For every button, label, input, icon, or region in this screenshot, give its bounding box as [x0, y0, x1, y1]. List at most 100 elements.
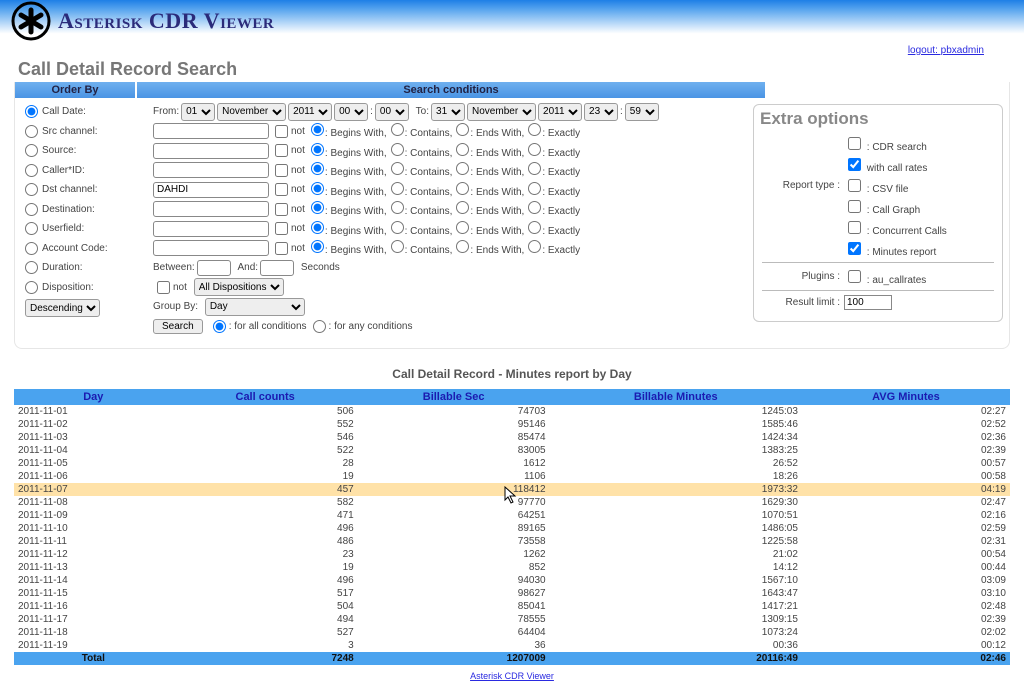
orderby-radio[interactable] [25, 105, 38, 118]
contains-radio[interactable] [391, 182, 404, 195]
contains-radio[interactable] [391, 240, 404, 253]
groupby-select[interactable]: Day [205, 298, 305, 316]
condition-input[interactable] [153, 221, 269, 237]
to-min[interactable]: 59 [625, 103, 659, 121]
not-check[interactable] [275, 125, 288, 138]
exactly-radio[interactable] [528, 143, 541, 156]
orderby-label: Duration: [42, 262, 83, 273]
table-row: 2011-11-04522830051383:2502:39 [14, 444, 1010, 457]
orderby-label: Userfield: [42, 223, 84, 234]
any-conditions-radio[interactable] [313, 320, 326, 333]
not-check[interactable] [275, 183, 288, 196]
with-call-rates-check[interactable] [848, 158, 861, 171]
orderby-radio[interactable] [25, 144, 38, 157]
begins-with-radio[interactable] [311, 162, 324, 175]
col-header: Billable Minutes [550, 389, 802, 405]
to-year[interactable]: 2011 [538, 103, 582, 121]
condition-input[interactable] [153, 143, 269, 159]
orderby-radio[interactable] [25, 183, 38, 196]
concurrent-calls-check[interactable] [848, 221, 861, 234]
orderby-radio[interactable] [25, 125, 38, 138]
date-range-row: From: 01 November 2011 00 : 00 To: 31 No… [153, 102, 753, 122]
condition-input[interactable] [153, 162, 269, 178]
orderby-radio[interactable] [25, 222, 38, 235]
orderby-radio[interactable] [25, 281, 38, 294]
exactly-radio[interactable] [528, 240, 541, 253]
exactly-radio[interactable] [528, 221, 541, 234]
condition-input[interactable] [153, 240, 269, 256]
all-conditions-radio[interactable] [213, 320, 226, 333]
orderby-radio[interactable] [25, 242, 38, 255]
not-check[interactable] [275, 242, 288, 255]
search-button[interactable]: Search [153, 319, 203, 334]
to-month[interactable]: November [467, 103, 536, 121]
condition-input[interactable] [153, 123, 269, 139]
table-row: 2011-11-074571184121973:3204:19 [14, 483, 1010, 496]
orderby-header: Order By [15, 82, 135, 98]
page-title: Call Detail Record Search [18, 59, 1024, 80]
conditions-header: Search conditions [137, 82, 765, 98]
sort-direction-select[interactable]: Descending [25, 299, 100, 317]
ends-with-radio[interactable] [456, 143, 469, 156]
to-hour[interactable]: 23 [584, 103, 618, 121]
begins-with-radio[interactable] [311, 240, 324, 253]
condition-row: not: Begins With,: Contains,: Ends With,… [153, 161, 753, 181]
from-month[interactable]: November [217, 103, 286, 121]
ends-with-radio[interactable] [456, 182, 469, 195]
ends-with-radio[interactable] [456, 201, 469, 214]
begins-with-radio[interactable] [311, 201, 324, 214]
orderby-radio[interactable] [25, 261, 38, 274]
contains-radio[interactable] [391, 162, 404, 175]
contains-radio[interactable] [391, 201, 404, 214]
from-year[interactable]: 2011 [288, 103, 332, 121]
from-hour[interactable]: 00 [334, 103, 368, 121]
cdr-search-check[interactable] [848, 137, 861, 150]
from-day[interactable]: 01 [181, 103, 215, 121]
minutes-report-check[interactable] [848, 242, 861, 255]
result-limit-input[interactable] [844, 295, 892, 310]
not-check[interactable] [275, 203, 288, 216]
contains-radio[interactable] [391, 123, 404, 136]
csv-check[interactable] [848, 179, 861, 192]
condition-input[interactable] [153, 182, 269, 198]
plugin-au-callrates-check[interactable] [848, 270, 861, 283]
begins-with-radio[interactable] [311, 221, 324, 234]
and-label: And: [237, 262, 258, 273]
exactly-radio[interactable] [528, 201, 541, 214]
exactly-radio[interactable] [528, 162, 541, 175]
to-day[interactable]: 31 [431, 103, 465, 121]
search-panel: Order By Search conditions Call Date:Src… [14, 82, 1010, 349]
exactly-radio[interactable] [528, 182, 541, 195]
ends-with-radio[interactable] [456, 123, 469, 136]
begins-with-radio[interactable] [311, 143, 324, 156]
ends-with-radio[interactable] [456, 240, 469, 253]
app-title: Asterisk CDR Viewer [58, 8, 274, 34]
disposition-not[interactable] [157, 281, 170, 294]
ends-with-radio[interactable] [456, 221, 469, 234]
begins-with-radio[interactable] [311, 182, 324, 195]
not-check[interactable] [275, 144, 288, 157]
not-check[interactable] [275, 222, 288, 235]
table-row: 2011-11-1933600:3600:12 [14, 639, 1010, 652]
begins-with-radio[interactable] [311, 123, 324, 136]
exactly-radio[interactable] [528, 123, 541, 136]
disposition-select[interactable]: All Dispositions [194, 278, 284, 296]
disposition-row: not All Dispositions [153, 278, 753, 298]
ends-with-radio[interactable] [456, 162, 469, 175]
col-header: Billable Sec [358, 389, 550, 405]
duration-to[interactable] [260, 260, 294, 276]
table-row: 2011-11-08582977701629:3002:47 [14, 496, 1010, 509]
contains-radio[interactable] [391, 221, 404, 234]
call-graph-check[interactable] [848, 200, 861, 213]
contains-radio[interactable] [391, 143, 404, 156]
orderby-radio[interactable] [25, 164, 38, 177]
condition-input[interactable] [153, 201, 269, 217]
logout-link[interactable]: logout: pbxadmin [908, 45, 984, 56]
asterisk-logo-icon [10, 0, 52, 42]
not-check[interactable] [275, 164, 288, 177]
from-min[interactable]: 00 [375, 103, 409, 121]
table-row: 2011-11-01506747031245:0302:27 [14, 405, 1010, 418]
footer-link[interactable]: Asterisk CDR Viewer [470, 671, 554, 681]
duration-from[interactable] [197, 260, 231, 276]
orderby-radio[interactable] [25, 203, 38, 216]
